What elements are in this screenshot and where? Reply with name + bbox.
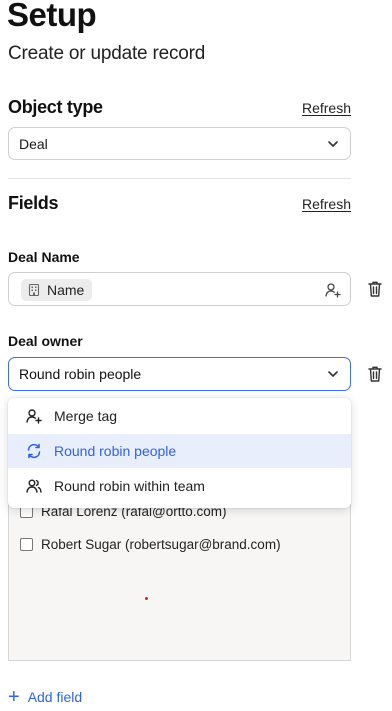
menu-item-merge-tag[interactable]: Merge tag — [8, 399, 351, 433]
chevron-down-icon — [328, 141, 338, 147]
menu-item-label: Round robin people — [54, 443, 177, 459]
rotate-icon — [27, 443, 41, 459]
plus-icon: + — [8, 686, 20, 708]
people-list-item[interactable]: Robert Sugar (robertsugar@brand.com) — [20, 537, 281, 552]
building-icon — [28, 283, 40, 297]
delete-deal-name-icon[interactable] — [367, 280, 383, 298]
page-title: Setup — [7, 0, 97, 33]
team-icon — [26, 479, 42, 493]
page-subtitle: Create or update record — [8, 43, 206, 64]
chevron-down-icon — [328, 371, 338, 377]
add-field-label: Add field — [27, 689, 83, 705]
deal-name-label: Deal Name — [8, 249, 80, 265]
object-type-refresh-link[interactable]: Refresh — [302, 100, 351, 116]
person-add-icon — [26, 409, 42, 424]
add-field-button[interactable]: + Add field — [8, 686, 83, 708]
cursor-dot — [145, 597, 148, 600]
person-add-icon[interactable] — [324, 281, 342, 299]
deal-owner-dropdown-menu[interactable]: Merge tag Round robin people Round robin… — [8, 398, 351, 508]
fields-refresh-link[interactable]: Refresh — [302, 196, 351, 212]
fields-heading: Fields — [8, 193, 59, 213]
menu-item-label: Merge tag — [54, 408, 118, 424]
merge-tag-chip[interactable]: Name — [21, 279, 93, 301]
deal-owner-select[interactable]: Round robin people — [8, 357, 351, 391]
menu-item-label: Round robin within team — [54, 478, 205, 494]
person-label: Robert Sugar (robertsugar@brand.com) — [41, 537, 281, 552]
object-type-heading: Object type — [8, 97, 103, 117]
object-type-select[interactable]: Deal — [8, 127, 351, 160]
section-divider — [8, 178, 351, 179]
people-list-panel[interactable] — [8, 500, 351, 661]
deal-owner-selected-value: Round robin people — [19, 366, 142, 382]
deal-owner-label: Deal owner — [8, 333, 83, 349]
object-type-selected-value: Deal — [19, 135, 48, 152]
checkbox[interactable] — [20, 538, 33, 551]
menu-item-round-robin-people[interactable]: Round robin people — [8, 434, 351, 468]
delete-deal-owner-icon[interactable] — [367, 365, 383, 383]
deal-name-input[interactable]: Name — [8, 272, 351, 306]
chip-label: Name — [47, 282, 85, 298]
menu-item-round-robin-team[interactable]: Round robin within team — [8, 469, 351, 503]
